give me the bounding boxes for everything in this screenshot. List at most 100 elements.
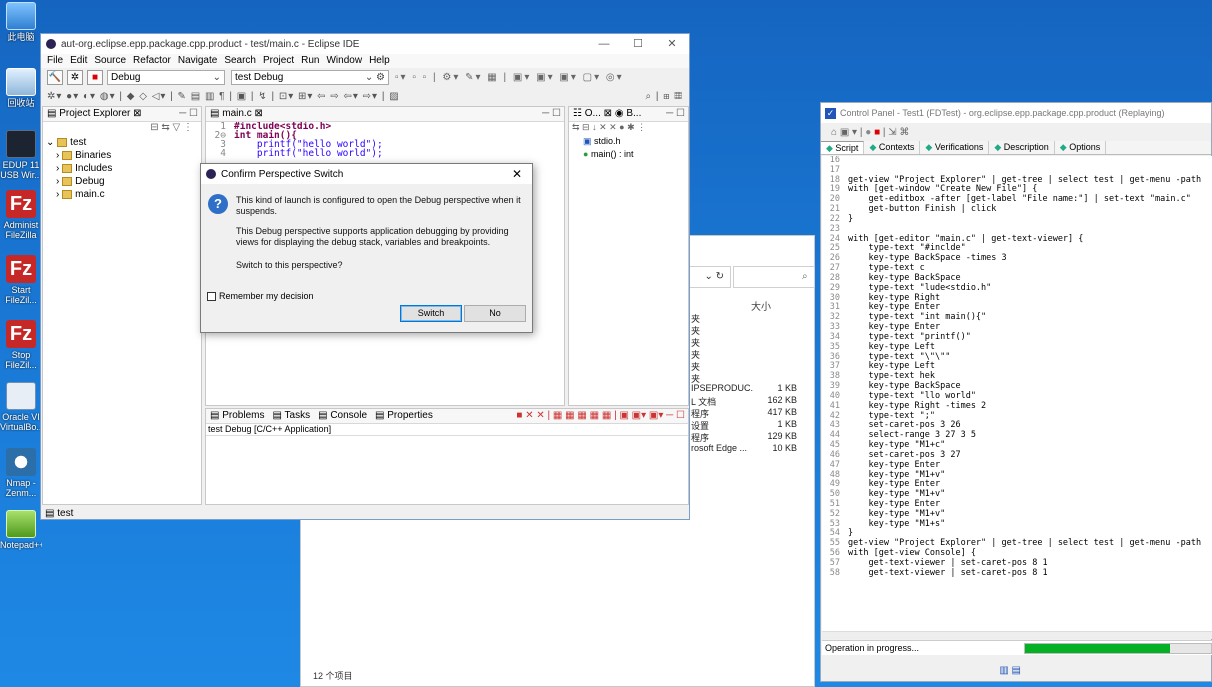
script-text: get-view "Project Explorer" | get-tree |…: [848, 538, 1202, 549]
c-file-icon: ▤: [210, 108, 220, 119]
desktop-shortcut[interactable]: EDUP 11 USB Wir...: [0, 130, 42, 180]
outline-item[interactable]: ▣ stdio.h: [583, 135, 688, 148]
view-controls[interactable]: ─ ☐: [179, 107, 198, 121]
control-panel-tabs: ◆ Script ◆ Contexts ◆ Verifications ◆ Descr…: [821, 141, 1211, 155]
checkbox-app-icon: ✓: [825, 107, 836, 119]
console-pane[interactable]: ▤ Problems ▤ Tasks ▤ Console ▤ Properties ■ …: [205, 408, 689, 505]
horizontal-scrollbar[interactable]: [822, 631, 1212, 639]
stop-icon[interactable]: ■: [874, 127, 880, 138]
tab-script[interactable]: ◆ Script: [821, 141, 865, 154]
layout-icons[interactable]: ▥ ▤: [999, 665, 1021, 676]
desktop-shortcut[interactable]: Notepad++: [0, 510, 42, 560]
minimize-icon[interactable]: —: [587, 34, 621, 54]
desktop-shortcut[interactable]: 回收站: [0, 68, 42, 118]
list-item[interactable]: 夹: [691, 324, 801, 336]
list-item[interactable]: 夹: [691, 348, 801, 360]
menu-item-file[interactable]: File: [47, 54, 63, 68]
desktop-shortcut[interactable]: Nmap - Zenm...: [0, 448, 42, 498]
search-icon[interactable]: ⌕ | ⊞ ▦: [645, 91, 683, 102]
outline-item[interactable]: ● main() : int: [583, 148, 688, 161]
toolbar-icons-row2[interactable]: ✲▾ ●▾ ◐▾ ◍▾ | ◆ ◇ ◁▾ | ✎ ▤ ▥ ¶ | ▣ | ↯ |…: [47, 91, 400, 102]
list-item[interactable]: 程序 129 KB: [691, 431, 801, 443]
menu-item-navigate[interactable]: Navigate: [178, 54, 217, 68]
view-controls[interactable]: ─ ☐: [666, 107, 685, 121]
list-item[interactable]: 夹: [691, 360, 801, 372]
tab-console[interactable]: ▤ Console: [318, 410, 367, 421]
tree-item[interactable]: › main.c: [46, 188, 201, 201]
menu-item-edit[interactable]: Edit: [70, 54, 87, 68]
tab-contexts[interactable]: ◆ Contexts: [864, 141, 921, 154]
script-text: with [get-view Console] {: [848, 548, 976, 559]
tab-description[interactable]: ◆ Description: [989, 141, 1055, 154]
menu-item-search[interactable]: Search: [224, 54, 256, 68]
editor-tab-main-c[interactable]: main.c: [222, 108, 251, 119]
tab-options[interactable]: ◆ Options: [1055, 141, 1107, 154]
tree-item[interactable]: › Includes: [46, 162, 201, 175]
desktop-shortcut[interactable]: Fz Start FileZil...: [0, 255, 42, 305]
launch-config-select[interactable]: test Debug ⌄ ⚙: [231, 70, 389, 85]
no-button[interactable]: No: [464, 305, 526, 322]
tab-tasks[interactable]: ▤ Tasks: [272, 410, 310, 421]
outline-toolbar[interactable]: ⇆ ⊟ ↓ ✕ ✕ ● ✱ ⋮: [569, 122, 688, 135]
close-icon[interactable]: ✕: [655, 34, 689, 54]
control-panel-window[interactable]: ✓ Control Panel - Test1 (FDTest) - org.e…: [820, 102, 1212, 682]
stop-icon[interactable]: ■: [87, 70, 103, 85]
hammer-icon[interactable]: 🔨: [47, 70, 63, 85]
confirm-perspective-dialog[interactable]: Confirm Perspective Switch ✕ ? This kind…: [200, 163, 533, 333]
desktop-shortcut[interactable]: Oracle VI VirtualBo...: [0, 382, 42, 432]
menu-item-run[interactable]: Run: [301, 54, 319, 68]
tree-project[interactable]: ⌄ test: [46, 136, 201, 149]
toolbar-icons[interactable]: ▫▾ ▫ ▫ | ⚙▾ ✎▾ ▦ | ▣▾ ▣▾ ▣▾ ▢▾ ◎▾: [395, 72, 624, 83]
list-item[interactable]: IPSEPRODUC... 1 KB: [691, 383, 801, 395]
checkbox-box[interactable]: [207, 291, 216, 301]
assert-icon[interactable]: ⇲ ⌘: [888, 127, 909, 138]
tab-properties[interactable]: ▤ Properties: [375, 410, 433, 421]
script-editor[interactable]: 16 17 18 get-view "Project Explorer" | get-…: [822, 156, 1212, 631]
menu-item-window[interactable]: Window: [326, 54, 362, 68]
list-item[interactable]: rosoft Edge ... 10 KB: [691, 443, 801, 455]
record-icon[interactable]: ●: [865, 127, 871, 138]
script-text: type-text "printf()": [848, 331, 971, 342]
list-item[interactable]: 夹: [691, 312, 801, 324]
menu-item-help[interactable]: Help: [369, 54, 390, 68]
project-explorer-view[interactable]: ▤ Project Explorer ⊠ ─ ☐ ⊟ ⇆ ▽ ⋮ ⌄ test …: [42, 106, 202, 505]
desktop-shortcut-label: EDUP 11 USB Wir...: [0, 160, 42, 180]
save-icon[interactable]: ▣ ▾: [840, 127, 857, 138]
list-item[interactable]: 设置 1 KB: [691, 419, 801, 431]
launch-mode-select[interactable]: Debug ⌄: [107, 70, 225, 85]
column-size-header[interactable]: 大小: [751, 298, 771, 313]
breakpoints-tab[interactable]: ◉ B...: [615, 108, 642, 119]
search-icon[interactable]: ⌕: [733, 266, 815, 288]
list-item[interactable]: 夹: [691, 372, 801, 384]
tab-label: Console: [330, 410, 368, 421]
outline-tab[interactable]: ☷ O... ⊠: [573, 108, 612, 119]
list-item[interactable]: 程序 417 KB: [691, 407, 801, 419]
tree-item[interactable]: › Debug: [46, 175, 201, 188]
debug-bug-icon[interactable]: ✲: [67, 70, 83, 85]
tree-item[interactable]: › Binaries: [46, 149, 201, 162]
project-explorer-tab[interactable]: ▤ Project Explorer ⊠ ─ ☐: [43, 107, 201, 122]
menu-item-source[interactable]: Source: [94, 54, 126, 68]
list-item[interactable]: L 文档 162 KB: [691, 395, 801, 407]
remember-decision-checkbox[interactable]: Remember my decision: [207, 291, 314, 301]
console-toolbar[interactable]: ■ ✕ ✕ | ▦ ▦ ▦ ▦ ▦ | ▣ ▣▾ ▣▾ ─ ☐: [516, 409, 685, 423]
tab-problems[interactable]: ▤ Problems: [210, 410, 264, 421]
desktop-shortcut[interactable]: Fz Stop FileZil...: [0, 320, 42, 370]
menu-item-project[interactable]: Project: [263, 54, 294, 68]
script-text: key-type "M1+c": [848, 440, 946, 451]
question-icon: ?: [208, 194, 228, 214]
close-icon[interactable]: ✕: [512, 167, 522, 181]
view-toolbar[interactable]: ⊟ ⇆ ▽ ⋮: [43, 122, 201, 136]
maximize-icon[interactable]: ☐: [621, 34, 655, 54]
code-editor[interactable]: 1 #include<stdio.h> 2⊖ int main(){3 printf(…: [206, 122, 564, 159]
switch-button[interactable]: Switch: [400, 305, 462, 322]
outline-view[interactable]: ☷ O... ⊠ ◉ B... ─ ☐ ⇆ ⊟ ↓ ✕ ✕ ● ✱ ⋮ ▣ st…: [568, 106, 689, 406]
tab-verifications[interactable]: ◆ Verifications: [920, 141, 990, 154]
menu-item-refactor[interactable]: Refactor: [133, 54, 171, 68]
home-icon[interactable]: ⌂: [831, 127, 837, 138]
desktop-shortcut[interactable]: FzAdminist FileZilla S...: [0, 190, 42, 240]
list-item[interactable]: 夹: [691, 336, 801, 348]
view-controls[interactable]: ─ ☐: [542, 107, 561, 121]
tab-label: Description: [1003, 142, 1049, 152]
desktop-shortcut[interactable]: 此电脑: [0, 2, 42, 52]
